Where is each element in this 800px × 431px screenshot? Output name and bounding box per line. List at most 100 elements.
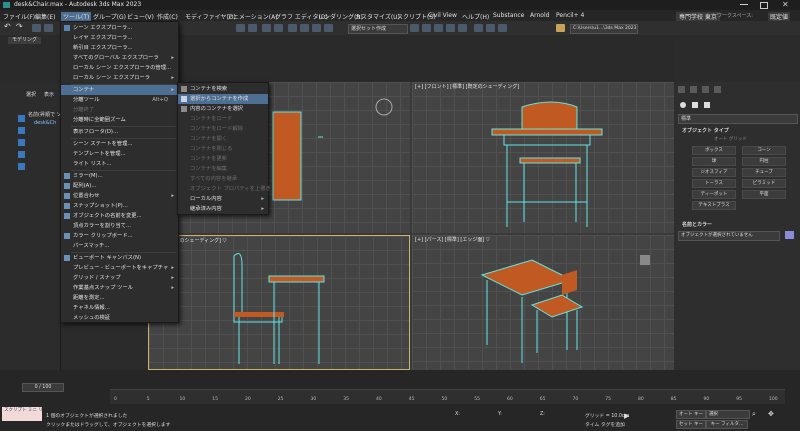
- select-region-icon[interactable]: [248, 24, 257, 32]
- cylinder-button[interactable]: 円柱: [742, 157, 786, 166]
- schematic-icon[interactable]: [458, 24, 467, 32]
- submenu-item-select-container[interactable]: 内容のコンテナを選択: [178, 104, 268, 114]
- zoom-icon[interactable]: ⌕: [752, 410, 756, 419]
- unlink-icon[interactable]: [44, 24, 53, 32]
- primitives-dropdown[interactable]: 標準: [678, 114, 798, 124]
- menu-item-layer-explorer[interactable]: レイヤ エクスプローラ...: [61, 33, 178, 43]
- menu-item-viewport-canvas[interactable]: ビューポート キャンバス(N): [61, 253, 178, 263]
- menu-item-grids-snaps[interactable]: グリッド / スナップ ▸: [61, 273, 178, 283]
- geometry-icon[interactable]: [680, 102, 686, 108]
- render-setup-icon[interactable]: [422, 24, 431, 32]
- modify-tab-icon[interactable]: [690, 86, 697, 93]
- menu-item-mirror[interactable]: ミラー(M)...: [61, 171, 178, 181]
- menu-item-containers[interactable]: コンテナ ▸: [61, 85, 178, 95]
- maximize-icon[interactable]: [760, 2, 768, 9]
- render-icon[interactable]: [434, 24, 443, 32]
- play-button-icon[interactable]: ▶: [624, 412, 629, 420]
- menu-substance[interactable]: Substance: [493, 12, 524, 19]
- create-tab-icon[interactable]: [678, 86, 685, 93]
- active-shade-icon[interactable]: [498, 24, 507, 32]
- snap-icon[interactable]: [300, 24, 309, 32]
- cone-button[interactable]: コーン: [742, 146, 786, 155]
- filter-icon-4[interactable]: [18, 151, 25, 158]
- menu-edit[interactable]: 編集(E): [35, 12, 55, 21]
- menu-item-assign-vertex-colors[interactable]: 頂点カラーを割り当て...: [61, 221, 178, 231]
- undo-icon[interactable]: ↶: [4, 22, 13, 31]
- submenu-item-override-properties[interactable]: オブジェクト プロパティを上書き: [178, 184, 271, 194]
- scale-icon[interactable]: [288, 24, 297, 32]
- box-button[interactable]: ボックス: [692, 146, 736, 155]
- curve-editor-icon[interactable]: [446, 24, 455, 32]
- autogrid-checkbox[interactable]: オート グリッド: [714, 136, 747, 142]
- submenu-item-inherit-container[interactable]: コンテナを検索: [178, 84, 268, 94]
- add-time-tag[interactable]: タイム タグを追加: [585, 421, 625, 428]
- link-icon[interactable]: [32, 24, 41, 32]
- menu-help[interactable]: ヘルプ(H): [462, 12, 489, 21]
- menu-arnold[interactable]: Arnold: [530, 12, 549, 19]
- menu-civil-view[interactable]: Civil View: [428, 12, 457, 19]
- viewport-left[interactable]: [標準] [既定のシェーディング] ▽: [148, 235, 410, 370]
- render-frame-icon[interactable]: [474, 24, 483, 32]
- folder-icon[interactable]: [556, 24, 565, 32]
- sphere-button[interactable]: 球: [692, 157, 736, 166]
- menu-item-channel-info[interactable]: チャネル情報...: [61, 303, 178, 313]
- menu-item-zoom-extents-isolate[interactable]: 分離時に全範囲ズーム: [61, 115, 178, 125]
- menu-file[interactable]: ファイル(F): [3, 12, 35, 21]
- hierarchy-tab-icon[interactable]: [702, 86, 709, 93]
- rotate-icon[interactable]: [274, 24, 283, 32]
- autokey-button[interactable]: オート キー: [676, 410, 706, 419]
- textplus-button[interactable]: テキストプラス: [692, 201, 736, 210]
- menu-item-preview-capture[interactable]: プレビュー - ビューポートをキャプチャ ▸: [61, 263, 178, 273]
- submenu-item-local-content[interactable]: ローカル内容 ▸: [178, 194, 268, 204]
- ribbon-tab-modeling[interactable]: モデリング: [8, 37, 42, 44]
- menu-group[interactable]: グループ(G): [93, 12, 126, 21]
- menu-tools[interactable]: ツール(T): [61, 12, 92, 21]
- mini-script-listener[interactable]: スクリプト ミニ リス: [2, 407, 42, 421]
- lights-icon[interactable]: [704, 102, 710, 108]
- submenu-item-load[interactable]: コンテナをロード: [178, 114, 268, 124]
- filter-icon-5[interactable]: [18, 163, 25, 170]
- menu-animation[interactable]: アニメーション(A): [227, 12, 278, 21]
- explorer-column-header[interactable]: 名前(昇順で ソ: [28, 111, 62, 118]
- menu-item-array[interactable]: 配列(A)...: [61, 181, 178, 191]
- render-production-icon[interactable]: [486, 24, 495, 32]
- submenu-item-create-container[interactable]: 選択からコンテナを作成: [178, 94, 268, 104]
- menu-item-working-pivot-snap[interactable]: 作業基点スナップ ツール ▸: [61, 283, 178, 293]
- viewport-perspective[interactable]: [+] [パース] [標準] [エッジ面] ▽: [412, 235, 674, 370]
- filter-icon-2[interactable]: [18, 127, 25, 134]
- submenu-item-update[interactable]: コンテナを更新: [178, 154, 268, 164]
- menu-item-display-floater[interactable]: 表示フロータ(D)...: [61, 127, 178, 137]
- menu-item-perspective-match[interactable]: パースマッチ...: [61, 241, 178, 251]
- submenu-item-close[interactable]: コンテナを閉じる: [178, 144, 268, 154]
- menu-item-align[interactable]: 位置合わせ ▸: [61, 191, 178, 201]
- move-icon[interactable]: [262, 24, 271, 32]
- object-color-swatch[interactable]: [785, 231, 794, 239]
- angle-snap-icon[interactable]: [312, 24, 321, 32]
- shapes-icon[interactable]: [692, 102, 698, 108]
- close-icon[interactable]: ✕: [782, 0, 789, 9]
- selection-set-dropdown[interactable]: 選択セット作成: [348, 24, 408, 34]
- tab-select[interactable]: 選択: [26, 91, 36, 98]
- workspace-dropdown[interactable]: 既定値: [768, 12, 791, 21]
- submenu-item-unload[interactable]: コンテナをロード解除: [178, 124, 268, 134]
- menu-view[interactable]: ビュー(V): [127, 12, 154, 21]
- menu-item-scene-explorer[interactable]: シーン エクスプローラ...: [61, 23, 178, 33]
- menu-pencil[interactable]: Pencil+ 4: [556, 12, 584, 19]
- plane-button[interactable]: 平面: [742, 190, 786, 199]
- teapot-button[interactable]: ティーポット: [692, 190, 736, 199]
- filter-icon-3[interactable]: [18, 139, 25, 146]
- object-name-field[interactable]: オブジェクトが選択されていません: [678, 231, 780, 241]
- section-object-type[interactable]: オブジェクト タイプ: [682, 127, 729, 134]
- mirror-icon[interactable]: [324, 24, 333, 32]
- menu-item-end-isolate[interactable]: 分離終了: [61, 105, 178, 115]
- pan-icon[interactable]: ✥: [768, 410, 774, 418]
- menu-item-isolate-tool[interactable]: 分離ツール Alt+Q: [61, 95, 178, 105]
- menu-item-local-explorer[interactable]: ローカル シーン エクスプローラ ▸: [61, 73, 178, 83]
- select-icon[interactable]: [236, 24, 245, 32]
- menu-item-rename-objects[interactable]: オブジェクトの名前を変更...: [61, 211, 178, 221]
- minimize-icon[interactable]: [740, 4, 748, 5]
- tube-button[interactable]: チューブ: [742, 168, 786, 177]
- pyramid-button[interactable]: ピラミッド: [742, 179, 786, 188]
- workspace-account[interactable]: 専門学校 東京: [676, 12, 720, 21]
- section-name-color[interactable]: 名前とカラー: [682, 221, 712, 228]
